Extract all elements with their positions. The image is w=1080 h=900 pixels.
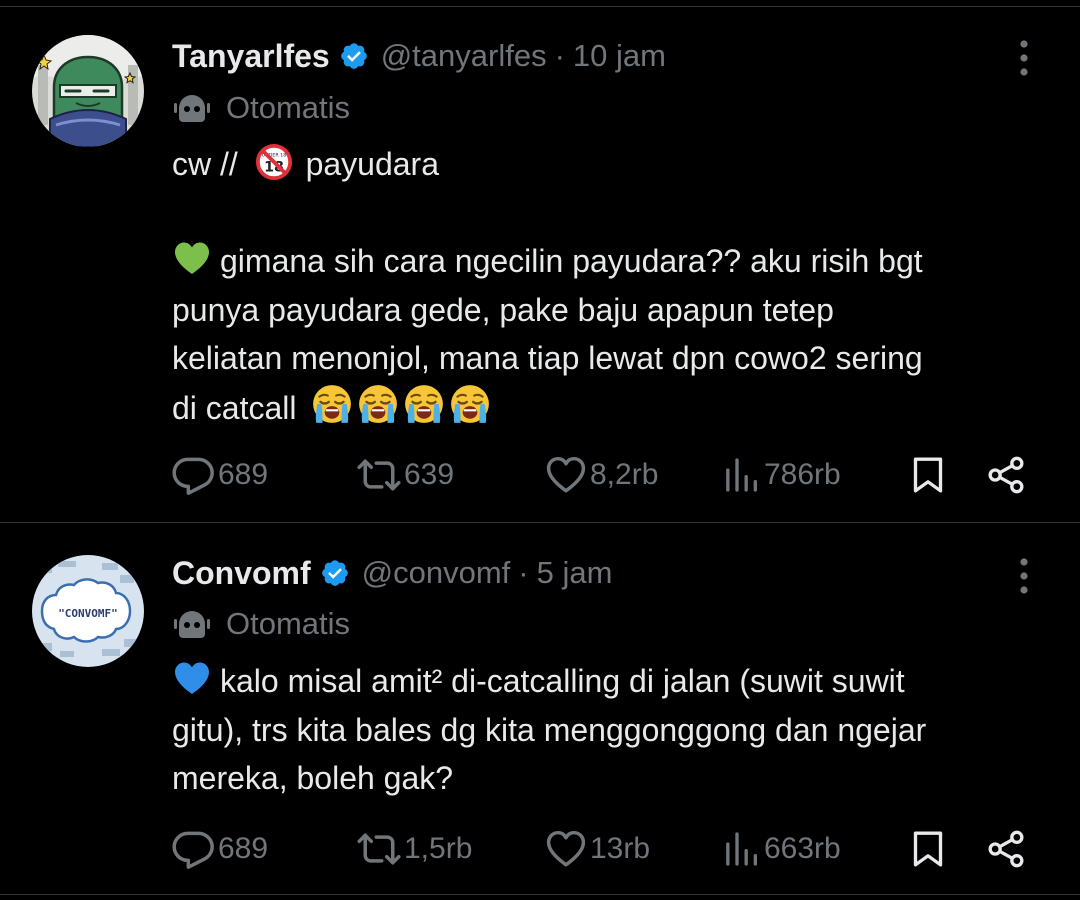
tweet[interactable]: "CONVOMF" Convomf @convomf · 5 jam Otoma…	[0, 523, 1080, 895]
like-count: 13rb	[590, 832, 651, 865]
text-segment: payudara	[305, 146, 439, 182]
text-line: keliatan menonjol, mana tiap lewat dpn c…	[172, 340, 923, 376]
text-line: kalo misal amit² di-catcalling di jalan …	[172, 657, 1052, 706]
text-line: mereka, boleh gak?	[172, 760, 454, 796]
bottom-divider	[0, 894, 1080, 895]
share-button[interactable]	[986, 450, 1026, 500]
user-handle[interactable]: @tanyarlfes	[381, 38, 547, 74]
repost-icon	[356, 453, 402, 497]
verified-badge-icon	[339, 41, 369, 71]
separator-dot: ·	[554, 38, 565, 73]
timestamp[interactable]: 10 jam	[573, 38, 666, 74]
bookmark-icon	[908, 454, 948, 496]
loudly-crying-face-emoji	[449, 383, 491, 439]
repost-count: 639	[404, 458, 455, 491]
views-count: 786rb	[764, 458, 841, 491]
automated-label: Otomatis	[172, 88, 350, 128]
views-count: 663rb	[764, 832, 841, 865]
robot-icon	[172, 606, 212, 642]
like-count: 8,2rb	[590, 458, 659, 491]
text-line: punya payudara gede, pake baju apapun te…	[172, 291, 834, 328]
display-name[interactable]: Convomf	[172, 555, 311, 592]
reply-icon	[172, 827, 216, 871]
text-line: gimana sih cara ngecilin payudara?? aku …	[172, 237, 1052, 286]
loudly-crying-face-emoji	[357, 383, 399, 439]
action-bar: 689 1,5rb 13rb 663rb	[172, 824, 1042, 874]
timestamp[interactable]: 5 jam	[537, 555, 613, 591]
repost-icon	[356, 827, 402, 871]
green-heart-emoji	[172, 238, 212, 292]
views-button[interactable]: 663rb	[722, 824, 841, 874]
automated-text: Otomatis	[226, 606, 351, 641]
like-button[interactable]: 8,2rb	[544, 450, 658, 500]
automated-label: Otomatis	[172, 604, 350, 644]
bookmark-button[interactable]	[908, 450, 948, 500]
like-icon	[544, 453, 588, 497]
user-handle[interactable]: @convomf	[362, 555, 511, 591]
repost-count: 1,5rb	[404, 832, 473, 865]
text-line: cw // UNDER 18 18 payudara	[172, 140, 1052, 189]
tweet-text: cw // UNDER 18 18 payudara gimana sih ca…	[172, 140, 1052, 431]
more-dots-icon[interactable]	[1012, 38, 1036, 78]
separator-dot: ·	[518, 555, 529, 590]
display-name[interactable]: Tanyarlfes	[172, 38, 330, 75]
repost-button[interactable]: 1,5rb	[356, 824, 472, 874]
share-icon	[986, 828, 1026, 870]
text-segment: di catcall	[172, 389, 297, 426]
reply-button[interactable]: 689	[172, 824, 268, 874]
text-segment: gimana sih cara ngecilin payudara?? aku …	[220, 243, 923, 279]
share-button[interactable]	[986, 824, 1026, 874]
reply-count: 689	[218, 458, 269, 491]
action-bar: 689 639 8,2rb 786rb	[172, 450, 1042, 500]
automated-text: Otomatis	[226, 90, 351, 125]
text-line: di catcall	[172, 383, 1052, 432]
text-segment: cw //	[172, 146, 238, 182]
avatar[interactable]	[32, 35, 144, 147]
tweet-header: Convomf @convomf · 5 jam	[172, 551, 612, 595]
bookmark-button[interactable]	[908, 824, 948, 874]
verified-badge-icon	[320, 558, 350, 588]
loudly-crying-face-emoji	[311, 383, 353, 439]
repost-button[interactable]: 639	[356, 450, 454, 500]
no-under-18-emoji: UNDER 18 18	[255, 143, 293, 195]
bookmark-icon	[908, 828, 948, 870]
tweet[interactable]: Tanyarlfes @tanyarlfes · 10 jam Otomatis…	[0, 0, 1080, 522]
views-icon	[722, 455, 762, 495]
reply-count: 689	[218, 832, 269, 865]
more-dots-icon[interactable]	[1012, 556, 1036, 596]
like-icon	[544, 827, 588, 871]
blue-heart-emoji	[172, 658, 212, 712]
tweet-text: kalo misal amit² di-catcalling di jalan …	[172, 657, 1052, 803]
like-button[interactable]: 13rb	[544, 824, 650, 874]
robot-icon	[172, 90, 212, 126]
avatar-text: "CONVOMF"	[58, 607, 118, 620]
reply-icon	[172, 453, 216, 497]
text-segment: kalo misal amit² di-catcalling di jalan …	[220, 663, 905, 699]
text-line: gitu), trs kita bales dg kita menggonggo…	[172, 711, 927, 748]
share-icon	[986, 454, 1026, 496]
tweet-header: Tanyarlfes @tanyarlfes · 10 jam	[172, 34, 666, 78]
views-icon	[722, 829, 762, 869]
avatar[interactable]: "CONVOMF"	[32, 555, 144, 667]
reply-button[interactable]: 689	[172, 450, 268, 500]
loudly-crying-face-emoji	[403, 383, 445, 439]
views-button[interactable]: 786rb	[722, 450, 841, 500]
